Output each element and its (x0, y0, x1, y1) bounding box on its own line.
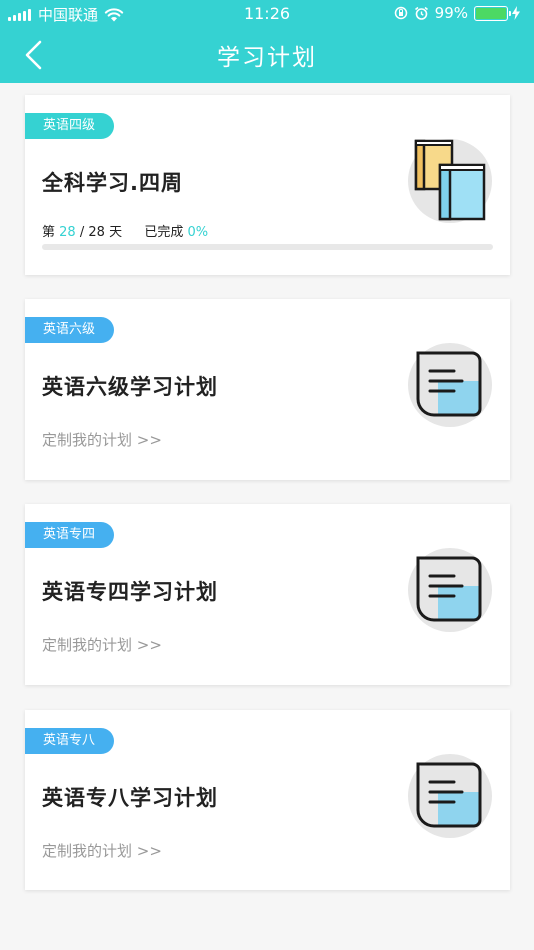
page-title: 学习计划 (217, 45, 317, 71)
battery-percent: 99% (434, 4, 468, 22)
plan-tag: 英语六级 (25, 317, 114, 343)
plan-title: 英语专八学习计划 (42, 786, 218, 810)
charging-icon (512, 6, 520, 20)
top-bar: 中国联通 11:26 99% 学习计划 (0, 0, 534, 83)
plan-card-cet6[interactable]: 英语六级 英语六级学习计划 定制我的计划 >> (25, 299, 510, 480)
plan-card-tem8[interactable]: 英语专八 英语专八学习计划 定制我的计划 >> (25, 710, 510, 890)
document-icon (408, 754, 492, 838)
completed-percent: 0% (187, 225, 209, 240)
plan-tag: 英语专四 (25, 522, 114, 548)
plan-title: 英语六级学习计划 (42, 375, 218, 399)
current-day: 28 (59, 225, 76, 240)
document-icon (408, 548, 492, 632)
customize-plan-link[interactable]: 定制我的计划 >> (42, 840, 162, 861)
plan-card-tem4[interactable]: 英语专四 英语专四学习计划 定制我的计划 >> (25, 504, 510, 685)
completed-label: 已完成 (144, 225, 184, 240)
alarm-icon (414, 6, 428, 20)
day-separator: / (79, 225, 85, 240)
plan-card-cet4[interactable]: 英语四级 全科学习.四周 第 28 / 28 天 已完成 0% (25, 95, 510, 275)
battery-icon (474, 5, 511, 21)
plan-title: 英语专四学习计划 (42, 580, 218, 604)
day-suffix: 天 (109, 225, 123, 240)
plan-tag: 英语专八 (25, 728, 114, 754)
plan-tag: 英语四级 (25, 113, 114, 139)
plan-title: 全科学习.四周 (42, 171, 183, 195)
progress-bar (42, 244, 493, 250)
orientation-lock-icon (394, 6, 407, 20)
customize-plan-link[interactable]: 定制我的计划 >> (42, 634, 162, 655)
status-bar: 中国联通 11:26 99% (0, 0, 534, 28)
total-days: 28 (88, 225, 105, 240)
document-icon (408, 343, 492, 427)
status-right: 99% (394, 4, 526, 22)
books-icon (408, 139, 492, 223)
customize-plan-link[interactable]: 定制我的计划 >> (42, 429, 162, 450)
progress-text: 第 28 / 28 天 已完成 0% (42, 221, 208, 240)
day-prefix: 第 (42, 225, 56, 240)
